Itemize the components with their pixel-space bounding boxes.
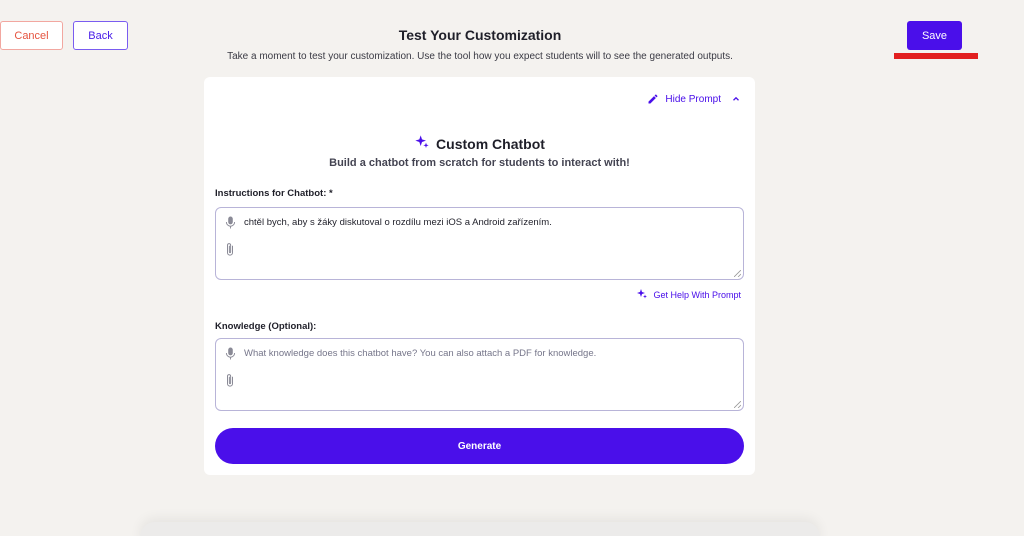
microphone-icon[interactable]: [225, 347, 236, 365]
tool-title-text: Custom Chatbot: [436, 135, 545, 152]
customization-card: Hide Prompt Custom Chatbot Build a chatb…: [204, 77, 755, 475]
sparkle-icon: [636, 288, 648, 302]
generate-button[interactable]: Generate: [215, 428, 744, 464]
sparkle-icon: [414, 134, 430, 153]
knowledge-label: Knowledge (Optional):: [215, 321, 317, 332]
tool-title: Custom Chatbot: [204, 134, 755, 153]
knowledge-textarea[interactable]: What knowledge does this chatbot have? Y…: [215, 338, 744, 411]
required-mark: *: [329, 188, 333, 199]
page-title: Test Your Customization: [398, 27, 562, 43]
instructions-value: chtěl bych, aby s žáky diskutoval o rozd…: [244, 217, 552, 228]
resize-handle[interactable]: [734, 270, 741, 277]
instructions-label: Instructions for Chatbot: *: [215, 188, 333, 199]
knowledge-placeholder: What knowledge does this chatbot have? Y…: [244, 348, 597, 359]
instructions-textarea[interactable]: chtěl bych, aby s žáky diskutoval o rozd…: [215, 207, 744, 280]
chevron-up-icon: [731, 94, 741, 104]
hide-prompt-label: Hide Prompt: [665, 93, 721, 105]
annotation-underline: [894, 53, 978, 59]
page-subtitle: Take a moment to test your customization…: [227, 51, 733, 62]
get-help-with-prompt-link[interactable]: Get Help With Prompt: [636, 288, 741, 302]
microphone-icon[interactable]: [225, 216, 236, 234]
pencil-icon: [647, 93, 659, 105]
tool-subtitle: Build a chatbot from scratch for student…: [329, 157, 630, 169]
paperclip-icon[interactable]: [225, 242, 235, 262]
get-help-label: Get Help With Prompt: [653, 290, 741, 300]
hide-prompt-toggle[interactable]: Hide Prompt: [647, 93, 741, 105]
save-button[interactable]: Save: [907, 21, 962, 50]
resize-handle[interactable]: [734, 401, 741, 408]
bottom-panel-edge: [140, 522, 820, 536]
paperclip-icon[interactable]: [225, 373, 235, 393]
